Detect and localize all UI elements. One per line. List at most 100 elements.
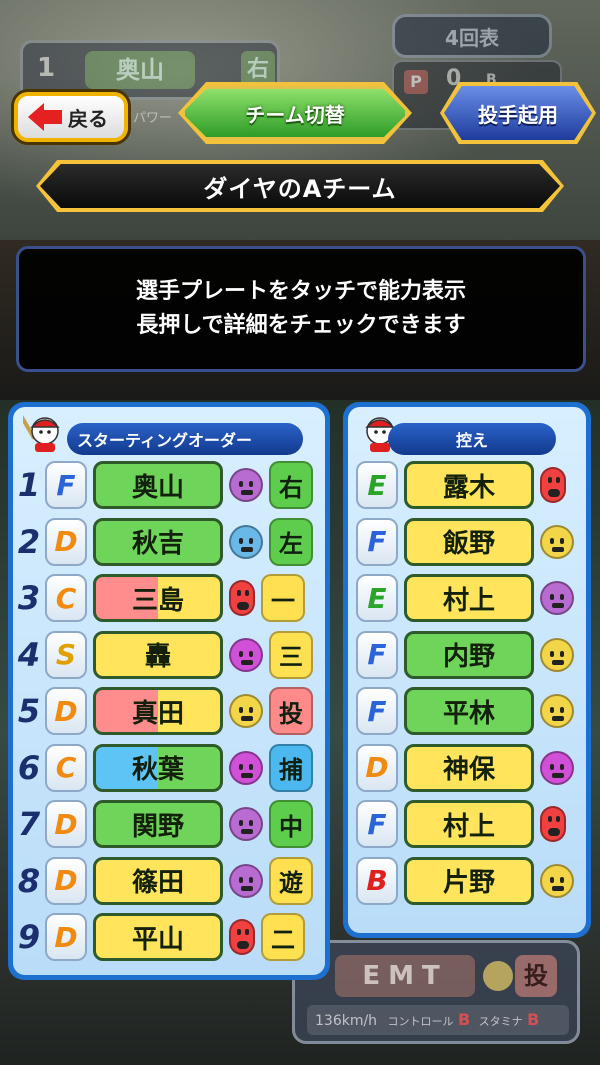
bench-row[interactable]: F 平林 bbox=[356, 685, 574, 737]
player-name-plate[interactable]: 真田 bbox=[93, 687, 223, 735]
ability-grade: E bbox=[356, 574, 398, 622]
fielding-position[interactable]: 遊 bbox=[269, 856, 313, 905]
bench-row[interactable]: F 村上 bbox=[356, 798, 566, 850]
condition-red-icon bbox=[229, 919, 255, 955]
pitcher-change-label: 投手起用 bbox=[478, 102, 558, 127]
lineup-row[interactable]: 3 C 三島一 bbox=[17, 572, 305, 624]
condition-happy-icon bbox=[229, 750, 263, 785]
condition-neutral-icon bbox=[540, 637, 574, 672]
player-name-plate[interactable]: 神保 bbox=[404, 743, 534, 792]
bench-row[interactable]: E 村上 bbox=[356, 572, 574, 624]
lineup-row[interactable]: 2 D 秋吉左 bbox=[17, 516, 313, 568]
fielding-position[interactable]: 捕 bbox=[269, 743, 313, 792]
lineup-row[interactable]: 8 D 篠田遊 bbox=[17, 855, 313, 907]
pitcher-card-name: EMT bbox=[335, 955, 475, 997]
starting-order-panel: スターティングオーダー 1 F 奥山右 2 D 秋吉左 3 C 三島一 4 S 轟三 5 D 真田投 6 C 秋葉… bbox=[8, 402, 330, 980]
ability-grade: D bbox=[45, 800, 87, 848]
ability-grade: F bbox=[356, 687, 398, 735]
batting-order-number: 9 bbox=[17, 918, 41, 956]
player-name-plate[interactable]: 関野 bbox=[93, 800, 223, 848]
background-batter-number: 1 bbox=[37, 53, 56, 83]
lineup-row[interactable]: 4S轟三 bbox=[17, 629, 313, 681]
background-inning-indicator: 4回表 bbox=[392, 14, 552, 58]
ability-grade: E bbox=[356, 461, 398, 509]
pitcher-card-stats: 136km/h コントロール B スタミナ B bbox=[307, 1005, 569, 1035]
back-button-label: 戻る bbox=[68, 106, 108, 131]
condition-sad-icon bbox=[229, 863, 263, 898]
batting-order-number: 1 bbox=[17, 466, 41, 504]
lineup-row[interactable]: 1 F 奥山右 bbox=[17, 459, 313, 511]
background-inning-text: 4回表 bbox=[445, 25, 499, 50]
condition-red-icon bbox=[540, 467, 566, 503]
ability-grade: B bbox=[356, 856, 398, 905]
bench-row[interactable]: D 神保 bbox=[356, 742, 574, 794]
fielding-position[interactable]: 右 bbox=[269, 461, 313, 509]
back-arrow-icon bbox=[28, 103, 62, 131]
fielding-position[interactable]: 投 bbox=[269, 687, 313, 735]
ability-grade: D bbox=[45, 856, 87, 905]
player-name-plate[interactable]: 平林 bbox=[404, 687, 534, 735]
player-name-plate[interactable]: 露木 bbox=[404, 461, 534, 509]
condition-red-icon bbox=[540, 806, 566, 842]
pitcher-card-position: 投 bbox=[515, 955, 557, 997]
condition-neutral-icon bbox=[540, 524, 574, 559]
lineup-row[interactable]: 5 D 真田投 bbox=[17, 685, 313, 737]
background-p-label: P bbox=[404, 70, 428, 94]
player-name-plate[interactable]: 三島 bbox=[93, 574, 223, 622]
background-pitcher-card: EMT 投 136km/h コントロール B スタミナ B bbox=[292, 940, 580, 1044]
ability-grade: F bbox=[356, 517, 398, 566]
player-name-plate[interactable]: 轟 bbox=[93, 630, 223, 679]
condition-sad-icon bbox=[540, 581, 574, 615]
mascot-icon bbox=[23, 412, 60, 452]
ability-grade: D bbox=[45, 913, 87, 961]
batting-order-number: 5 bbox=[17, 692, 41, 730]
bench-row[interactable]: F 飯野 bbox=[356, 516, 574, 568]
condition-sad-icon bbox=[229, 468, 263, 502]
pitcher-card-stamina-label: スタミナ bbox=[478, 1015, 523, 1028]
player-name-plate[interactable]: 秋葉 bbox=[93, 743, 223, 792]
team-switch-label: チーム切替 bbox=[245, 102, 345, 127]
player-name-plate[interactable]: 内野 bbox=[404, 630, 534, 679]
ability-grade: S bbox=[45, 630, 87, 679]
player-name-plate[interactable]: 村上 bbox=[404, 574, 534, 622]
lineup-row[interactable]: 7 D 関野中 bbox=[17, 798, 313, 850]
instruction-box: 選手プレートをタッチで能力表示 長押しで詳細をチェックできます bbox=[16, 246, 586, 372]
ability-grade: F bbox=[45, 461, 87, 509]
fielding-position[interactable]: 中 bbox=[269, 800, 313, 848]
starting-order-panel-body: スターティングオーダー 1 F 奥山右 2 D 秋吉左 3 C 三島一 4 S 轟三 5 D 真田投 6 C 秋葉… bbox=[13, 407, 325, 975]
condition-happy-icon bbox=[540, 750, 574, 785]
bench-panel: 控え E 露木 F 飯野 E 村上 F 内野 F 平林 D 神保 F 村上 B 片野 bbox=[343, 402, 591, 938]
pitcher-card-speed: 136km/h bbox=[315, 1013, 378, 1029]
pitcher-change-button[interactable]: 投手起用 bbox=[444, 86, 592, 140]
player-name-plate[interactable]: 奥山 bbox=[93, 461, 223, 509]
condition-neutral-icon bbox=[540, 694, 574, 728]
player-name-plate[interactable]: 秋吉 bbox=[93, 517, 223, 566]
condition-happy-icon bbox=[229, 637, 263, 672]
bench-row[interactable]: B 片野 bbox=[356, 855, 574, 907]
condition-red-icon bbox=[229, 580, 255, 616]
back-button[interactable]: 戻る bbox=[14, 92, 128, 142]
batting-order-number: 3 bbox=[17, 579, 41, 617]
fielding-position[interactable]: 二 bbox=[261, 913, 305, 961]
bench-row[interactable]: E 露木 bbox=[356, 459, 566, 511]
pitcher-card-control-label: コントロール bbox=[387, 1015, 454, 1028]
player-name-plate[interactable]: 飯野 bbox=[404, 517, 534, 566]
bench-row[interactable]: F 内野 bbox=[356, 629, 574, 681]
player-name-plate[interactable]: 片野 bbox=[404, 856, 534, 905]
instruction-line-1: 選手プレートをタッチで能力表示 bbox=[135, 279, 466, 304]
pitcher-card-control-grade: B bbox=[457, 1010, 471, 1029]
team-switch-button[interactable]: チーム切替 bbox=[182, 86, 408, 140]
lineup-row[interactable]: 9 D 平山二 bbox=[17, 911, 305, 963]
player-name-plate[interactable]: 村上 bbox=[404, 800, 534, 848]
pitcher-card-face-icon bbox=[483, 961, 513, 991]
fielding-position[interactable]: 一 bbox=[261, 574, 305, 622]
player-name-plate[interactable]: 篠田 bbox=[93, 856, 223, 905]
condition-worried-icon bbox=[229, 524, 263, 559]
ability-grade: D bbox=[45, 517, 87, 566]
team-title-bar: ダイヤのAチーム bbox=[40, 164, 560, 208]
player-name-plate[interactable]: 平山 bbox=[93, 913, 223, 961]
lineup-row[interactable]: 6 C 秋葉捕 bbox=[17, 742, 313, 794]
background-batter-caption: パワー bbox=[133, 111, 173, 126]
fielding-position[interactable]: 三 bbox=[269, 630, 313, 679]
fielding-position[interactable]: 左 bbox=[269, 517, 313, 566]
